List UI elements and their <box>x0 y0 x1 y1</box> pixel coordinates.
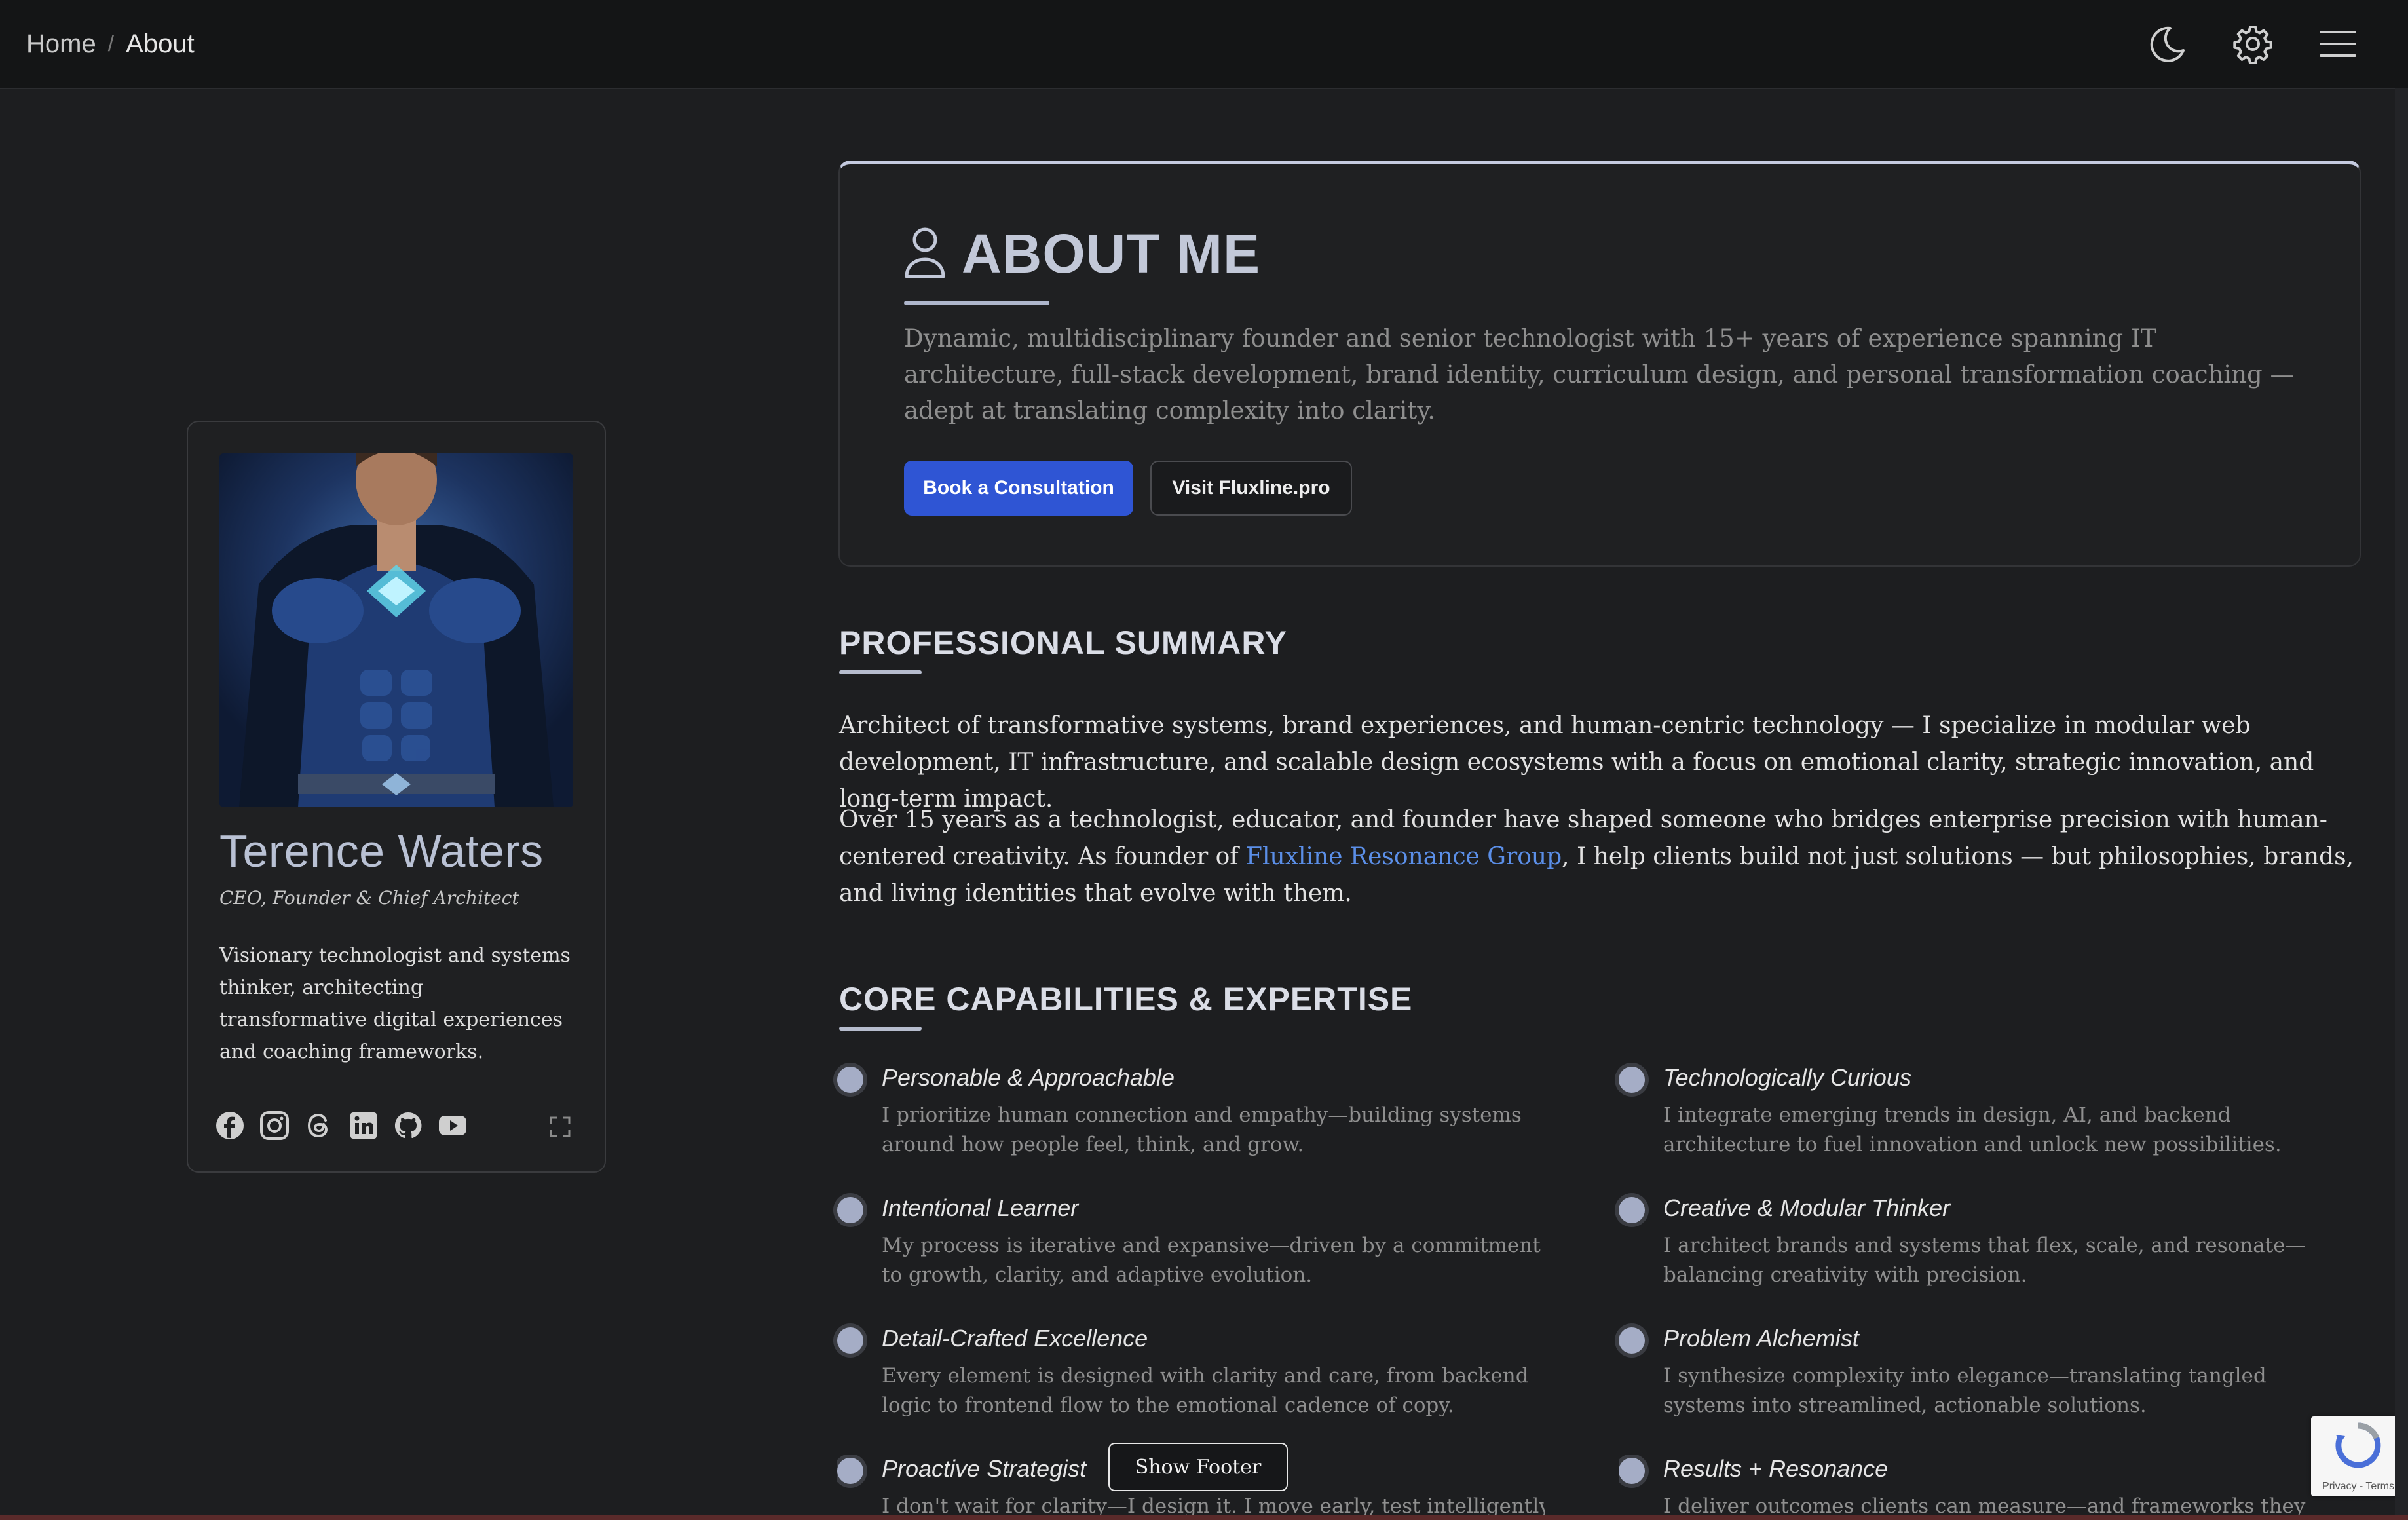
bullet-dot-icon <box>837 1327 863 1354</box>
show-footer-button[interactable]: Show Footer <box>1108 1443 1288 1491</box>
recaptcha-badge[interactable]: Privacy - Terms <box>2311 1416 2405 1496</box>
about-me-panel: ABOUT ME Dynamic, multidisciplinary foun… <box>838 161 2361 567</box>
instagram-icon[interactable] <box>259 1110 290 1141</box>
capability-title: Results + Resonance <box>1663 1455 1889 1482</box>
breadcrumb-current: About <box>126 29 195 58</box>
capability-description: I architect brands and systems that flex… <box>1663 1234 2306 1287</box>
gear-icon[interactable] <box>2229 20 2277 68</box>
threads-icon[interactable] <box>303 1110 335 1141</box>
capability-description: I deliver outcomes clients can measure—a… <box>1663 1494 2306 1515</box>
bullet-dot-icon <box>1619 1458 1645 1484</box>
top-navigation-bar: Home / About <box>0 0 2408 89</box>
social-links <box>214 1110 468 1141</box>
moon-icon[interactable] <box>2143 20 2192 68</box>
about-description: Dynamic, multidisciplinary founder and s… <box>904 324 2295 425</box>
breadcrumb-home-link[interactable]: Home <box>26 29 96 59</box>
capability-description: My process is iterative and expansive—dr… <box>882 1234 1541 1287</box>
book-consultation-button[interactable]: Book a Consultation <box>904 461 1133 516</box>
breadcrumb-separator: / <box>107 31 115 56</box>
summary-paragraph-2: Over 15 years as a technologist, educato… <box>839 802 2365 912</box>
youtube-icon[interactable] <box>437 1110 468 1141</box>
capability-title: Problem Alchemist <box>1663 1325 1859 1352</box>
core-capabilities-underline <box>839 1027 922 1031</box>
professional-summary-underline <box>839 670 922 674</box>
profile-card: Terence Waters CEO, Founder & Chief Arch… <box>187 421 606 1173</box>
github-icon[interactable] <box>392 1110 424 1141</box>
bullet-dot-icon <box>1619 1327 1645 1354</box>
capability-title: Detail-Crafted Excellence <box>882 1325 1148 1352</box>
professional-summary-heading: PROFESSIONAL SUMMARY <box>839 624 1287 661</box>
topbar-actions <box>2143 20 2362 68</box>
capability-title: Proactive Strategist <box>882 1455 1087 1482</box>
capability-description: I prioritize human connection and empath… <box>882 1103 1522 1156</box>
hamburger-menu-icon[interactable] <box>2314 20 2362 68</box>
bullet-dot-icon <box>837 1197 863 1223</box>
profile-bio: Visionary technologist and systems think… <box>219 944 571 1063</box>
profile-title: CEO, Founder & Chief Architect <box>219 887 519 909</box>
recaptcha-icon <box>2335 1422 2381 1468</box>
capability-title: Personable & Approachable <box>882 1064 1175 1091</box>
fluxline-resonance-group-link[interactable]: Fluxline Resonance Group <box>1246 843 1562 870</box>
summary-paragraph-1: Architect of transformative systems, bra… <box>839 712 2314 812</box>
capability-title: Technologically Curious <box>1663 1064 1911 1091</box>
facebook-icon[interactable] <box>214 1110 246 1141</box>
capability-title: Intentional Learner <box>882 1194 1079 1221</box>
about-heading-row: ABOUT ME <box>903 222 1260 286</box>
breadcrumb: Home / About <box>26 0 195 88</box>
about-heading-underline <box>904 301 1049 305</box>
capability-description: I integrate emerging trends in design, A… <box>1663 1103 2282 1156</box>
capability-item: Results + Resonance I deliver outcomes c… <box>1619 1455 2326 1515</box>
bullet-dot-icon <box>1619 1067 1645 1093</box>
visit-fluxline-button[interactable]: Visit Fluxline.pro <box>1150 461 1352 516</box>
capability-title: Creative & Modular Thinker <box>1663 1194 1951 1221</box>
linkedin-icon[interactable] <box>348 1110 379 1141</box>
capability-description: Every element is designed with clarity a… <box>882 1364 1529 1417</box>
bullet-dot-icon <box>1619 1197 1645 1223</box>
page-scrollbar[interactable] <box>2395 88 2408 1515</box>
recaptcha-text[interactable]: Privacy - Terms <box>2311 1481 2405 1492</box>
profile-portrait-image <box>219 453 573 807</box>
about-heading: ABOUT ME <box>962 223 1260 284</box>
window-bottom-edge <box>0 1515 2408 1520</box>
expand-icon[interactable] <box>548 1115 572 1139</box>
bullet-dot-icon <box>837 1067 863 1093</box>
core-capabilities-heading: CORE CAPABILITIES & EXPERTISE <box>839 981 1413 1017</box>
profile-name: Terence Waters <box>219 826 544 877</box>
capability-description: I synthesize complexity into elegance—tr… <box>1663 1364 2267 1417</box>
user-icon <box>903 225 947 283</box>
bullet-dot-icon <box>837 1458 863 1484</box>
capability-description: I don't wait for clarity—I design it. I … <box>882 1494 1545 1515</box>
